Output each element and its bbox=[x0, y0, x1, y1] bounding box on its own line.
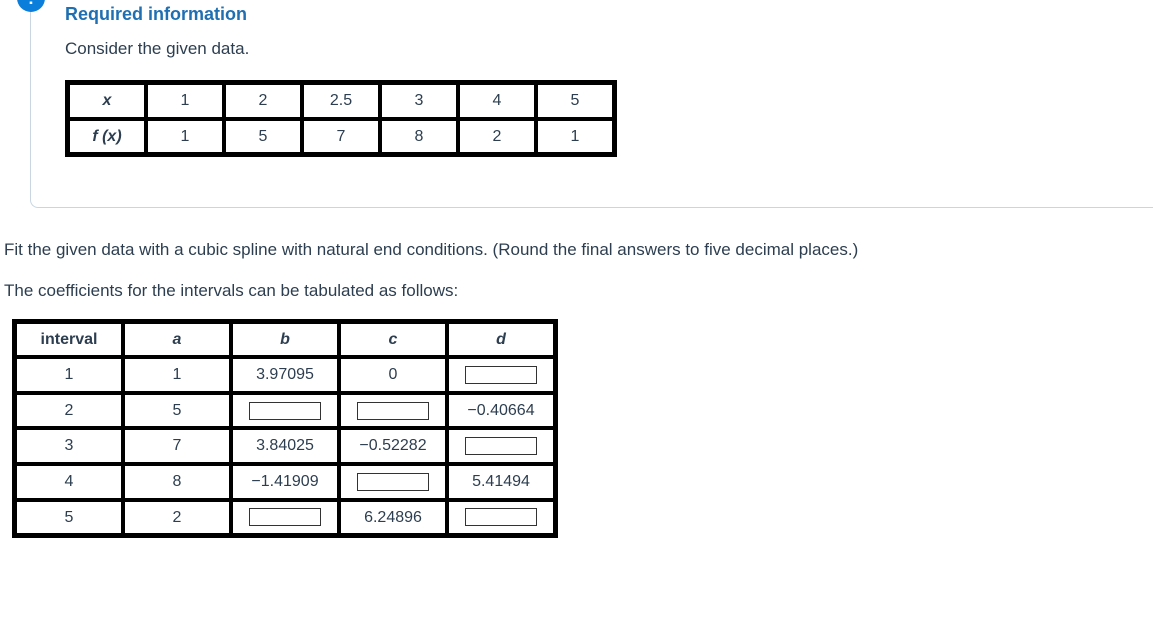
d-cell: −0.40664 bbox=[448, 394, 554, 428]
a-cell: 7 bbox=[124, 429, 230, 463]
prompt-text: Consider the given data. bbox=[65, 35, 1133, 62]
interval-cell: 2 bbox=[16, 394, 122, 428]
data-cell: 4 bbox=[459, 84, 535, 118]
table-header-row: interval a b c d bbox=[16, 323, 554, 357]
answer-input[interactable] bbox=[465, 437, 537, 455]
data-cell: 8 bbox=[381, 120, 457, 154]
d-cell bbox=[448, 501, 554, 535]
d-cell bbox=[448, 358, 554, 392]
b-cell bbox=[232, 501, 338, 535]
b-cell: 3.97095 bbox=[232, 358, 338, 392]
row-label-fx: f (x) bbox=[69, 120, 145, 154]
coefficients-table: interval a b c d 1 1 3.97095 0 2 5 −0.40… bbox=[12, 319, 558, 539]
data-cell: 5 bbox=[537, 84, 613, 118]
b-cell bbox=[232, 394, 338, 428]
d-cell bbox=[448, 429, 554, 463]
data-cell: 7 bbox=[303, 120, 379, 154]
c-cell bbox=[340, 465, 446, 499]
data-cell: 2.5 bbox=[303, 84, 379, 118]
data-cell: 2 bbox=[459, 120, 535, 154]
question-text-1: Fit the given data with a cubic spline w… bbox=[4, 236, 1153, 263]
row-label-x: x bbox=[69, 84, 145, 118]
answer-input[interactable] bbox=[249, 402, 321, 420]
question-text-2: The coefficients for the intervals can b… bbox=[4, 277, 1153, 304]
table-row: x 1 2 2.5 3 4 5 bbox=[69, 84, 613, 118]
data-cell: 1 bbox=[147, 120, 223, 154]
col-header-b: b bbox=[232, 323, 338, 357]
b-cell: −1.41909 bbox=[232, 465, 338, 499]
c-cell: −0.52282 bbox=[340, 429, 446, 463]
answer-input[interactable] bbox=[357, 402, 429, 420]
table-row: 2 5 −0.40664 bbox=[16, 394, 554, 428]
col-header-a: a bbox=[124, 323, 230, 357]
given-data-table: x 1 2 2.5 3 4 5 f (x) 1 5 7 8 2 1 bbox=[65, 80, 617, 157]
col-header-d: d bbox=[448, 323, 554, 357]
a-cell: 1 bbox=[124, 358, 230, 392]
table-row: 4 8 −1.41909 5.41494 bbox=[16, 465, 554, 499]
col-header-interval: interval bbox=[16, 323, 122, 357]
answer-input[interactable] bbox=[249, 508, 321, 526]
data-cell: 1 bbox=[147, 84, 223, 118]
info-badge-icon: ! bbox=[17, 0, 45, 12]
data-cell: 1 bbox=[537, 120, 613, 154]
answer-input[interactable] bbox=[465, 366, 537, 384]
required-info-box: ! Required information Consider the give… bbox=[30, 0, 1153, 208]
table-row: 5 2 6.24896 bbox=[16, 501, 554, 535]
interval-cell: 1 bbox=[16, 358, 122, 392]
c-cell: 0 bbox=[340, 358, 446, 392]
a-cell: 8 bbox=[124, 465, 230, 499]
data-cell: 3 bbox=[381, 84, 457, 118]
b-cell: 3.84025 bbox=[232, 429, 338, 463]
interval-cell: 5 bbox=[16, 501, 122, 535]
answer-input[interactable] bbox=[357, 473, 429, 491]
c-cell bbox=[340, 394, 446, 428]
table-row: 3 7 3.84025 −0.52282 bbox=[16, 429, 554, 463]
table-row: 1 1 3.97095 0 bbox=[16, 358, 554, 392]
interval-cell: 4 bbox=[16, 465, 122, 499]
data-cell: 5 bbox=[225, 120, 301, 154]
required-info-heading: Required information bbox=[65, 0, 1133, 29]
col-header-c: c bbox=[340, 323, 446, 357]
answer-input[interactable] bbox=[465, 508, 537, 526]
c-cell: 6.24896 bbox=[340, 501, 446, 535]
interval-cell: 3 bbox=[16, 429, 122, 463]
a-cell: 2 bbox=[124, 501, 230, 535]
table-row: f (x) 1 5 7 8 2 1 bbox=[69, 120, 613, 154]
d-cell: 5.41494 bbox=[448, 465, 554, 499]
a-cell: 5 bbox=[124, 394, 230, 428]
data-cell: 2 bbox=[225, 84, 301, 118]
